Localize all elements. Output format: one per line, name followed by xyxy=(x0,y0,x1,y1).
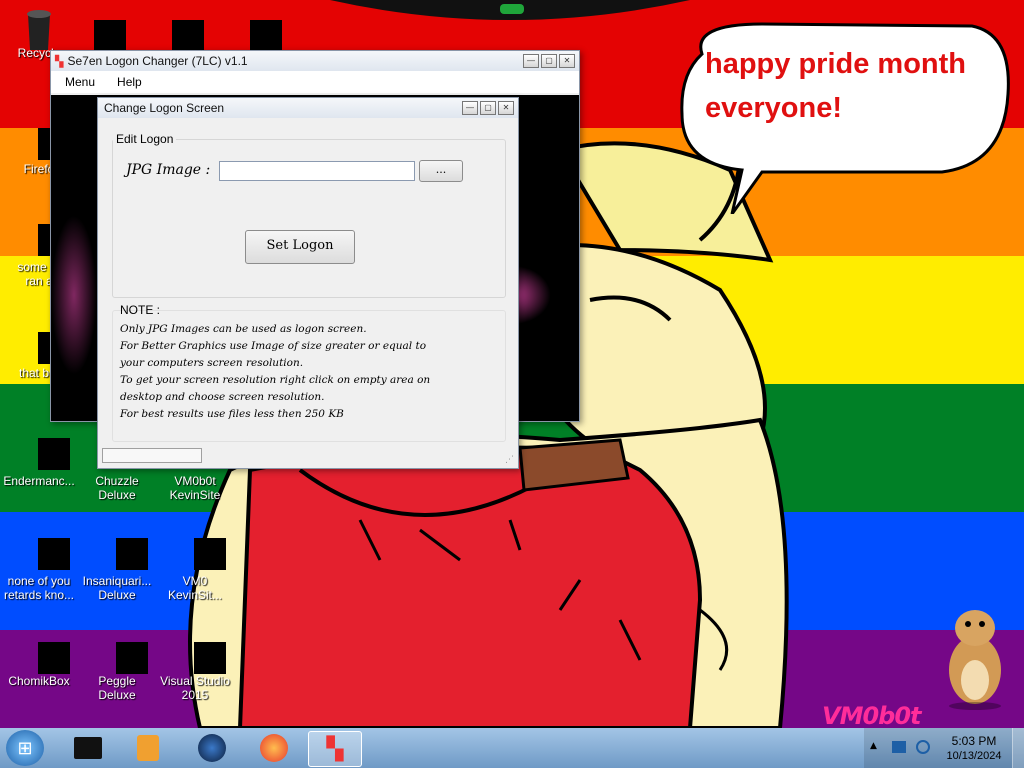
taskbar-item-cmd[interactable] xyxy=(62,731,114,765)
note-line: Only JPG Images can be used as logon scr… xyxy=(120,323,367,335)
minimize-button[interactable]: — xyxy=(462,101,478,115)
minimize-button[interactable]: — xyxy=(523,54,539,68)
cmd-icon xyxy=(74,737,102,759)
status-progress-bar xyxy=(102,448,202,463)
redacted-icon xyxy=(172,20,204,52)
set-logon-button[interactable]: Set Logon xyxy=(245,230,355,264)
close-button[interactable]: ✕ xyxy=(559,54,575,68)
redacted-icon xyxy=(194,538,226,570)
change-logon-dialog: Change Logon Screen — ▢ ✕ Edit Logon JPG… xyxy=(97,97,519,469)
maximize-button[interactable]: ▢ xyxy=(480,101,496,115)
redacted-icon xyxy=(116,642,148,674)
firefox-icon xyxy=(260,734,288,762)
windows-logo-icon: ⊞ xyxy=(17,737,33,759)
preview-glow xyxy=(51,215,97,375)
note-line: desktop and choose screen resolution. xyxy=(120,391,325,403)
desktop-icon-endermanch[interactable]: Endermanc... xyxy=(0,426,78,488)
clock-time[interactable]: 5:03 PM xyxy=(944,734,1004,748)
taskbar: ⊞ ▚ ▲ 5:03 PM 10/13/2024 xyxy=(0,728,1024,768)
windows-flag-icon: ▚ xyxy=(326,736,344,762)
start-button[interactable]: ⊞ xyxy=(6,730,44,766)
maximize-button[interactable]: ▢ xyxy=(541,54,557,68)
note-line: your computers screen resolution. xyxy=(120,357,304,369)
redacted-icon xyxy=(38,438,70,470)
note-line: For best results use files less then 250… xyxy=(120,408,344,420)
network-icon[interactable] xyxy=(916,740,930,754)
browse-button[interactable]: ... xyxy=(419,160,463,182)
globe-icon xyxy=(198,734,226,762)
taskbar-item-7lc[interactable]: ▚ xyxy=(308,731,362,767)
redacted-icon xyxy=(94,20,126,52)
main-window-title: Se7en Logon Changer (7LC) v1.1 xyxy=(67,54,248,68)
desktop-icon-vm0-kevinsite[interactable]: VM0 KevinSit... xyxy=(156,528,234,602)
note-title: NOTE : xyxy=(120,303,161,317)
note-line: For Better Graphics use Image of size gr… xyxy=(120,340,427,352)
redacted-icon xyxy=(116,538,148,570)
dialog-title: Change Logon Screen xyxy=(104,101,225,115)
desktop-icon-peggle-deluxe[interactable]: Peggle Deluxe xyxy=(78,632,156,702)
media-player-icon xyxy=(137,735,159,761)
edit-logon-group: Edit Logon xyxy=(112,132,506,298)
show-desktop-button[interactable] xyxy=(1012,728,1024,768)
dialog-titlebar[interactable]: Change Logon Screen — ▢ ✕ xyxy=(98,98,518,118)
show-hidden-icons-icon[interactable]: ▲ xyxy=(870,741,877,751)
resize-grip-icon[interactable]: ⋰ xyxy=(505,455,514,465)
menu-item-help[interactable]: Help xyxy=(103,75,150,89)
redacted-icon xyxy=(38,642,70,674)
desktop-icon-visual-studio[interactable]: Visual Studio 2015 xyxy=(156,632,234,702)
hamster-image xyxy=(949,610,1001,710)
taskbar-item-firefox[interactable] xyxy=(248,731,300,765)
edit-logon-legend: Edit Logon xyxy=(116,132,174,146)
close-button[interactable]: ✕ xyxy=(498,101,514,115)
recycle-bin-icon xyxy=(27,10,51,50)
speech-bubble-text: happy pride month everyone! xyxy=(705,48,966,124)
taskbar-item-media-player[interactable] xyxy=(122,731,174,765)
redacted-icon xyxy=(250,20,282,52)
menu-bar: Menu Help xyxy=(51,71,579,93)
note-line: To get your screen resolution right clic… xyxy=(120,374,431,386)
menu-item-menu[interactable]: Menu xyxy=(51,75,103,89)
redacted-icon xyxy=(38,538,70,570)
desktop-icon-none-of-you[interactable]: none of you retards kno... xyxy=(0,528,78,602)
desktop-icon-insaniquarium[interactable]: Insaniquari... Deluxe xyxy=(78,528,156,602)
jpg-image-label: JPG Image : xyxy=(126,162,211,178)
clock-date[interactable]: 10/13/2024 xyxy=(940,750,1008,762)
action-center-icon[interactable] xyxy=(892,741,906,753)
windows-flag-icon: ▚ xyxy=(55,55,64,68)
watermark-text: VM0b0t xyxy=(822,702,922,730)
taskbar-item-globe[interactable] xyxy=(186,731,238,765)
note-text: Only JPG Images can be used as logon scr… xyxy=(120,321,430,423)
desktop-icon-chomikbox[interactable]: ChomikBox xyxy=(0,632,78,688)
jpg-path-input[interactable] xyxy=(219,161,415,181)
main-window-titlebar[interactable]: ▚ Se7en Logon Changer (7LC) v1.1 — ▢ ✕ xyxy=(51,51,579,71)
redacted-icon xyxy=(194,642,226,674)
